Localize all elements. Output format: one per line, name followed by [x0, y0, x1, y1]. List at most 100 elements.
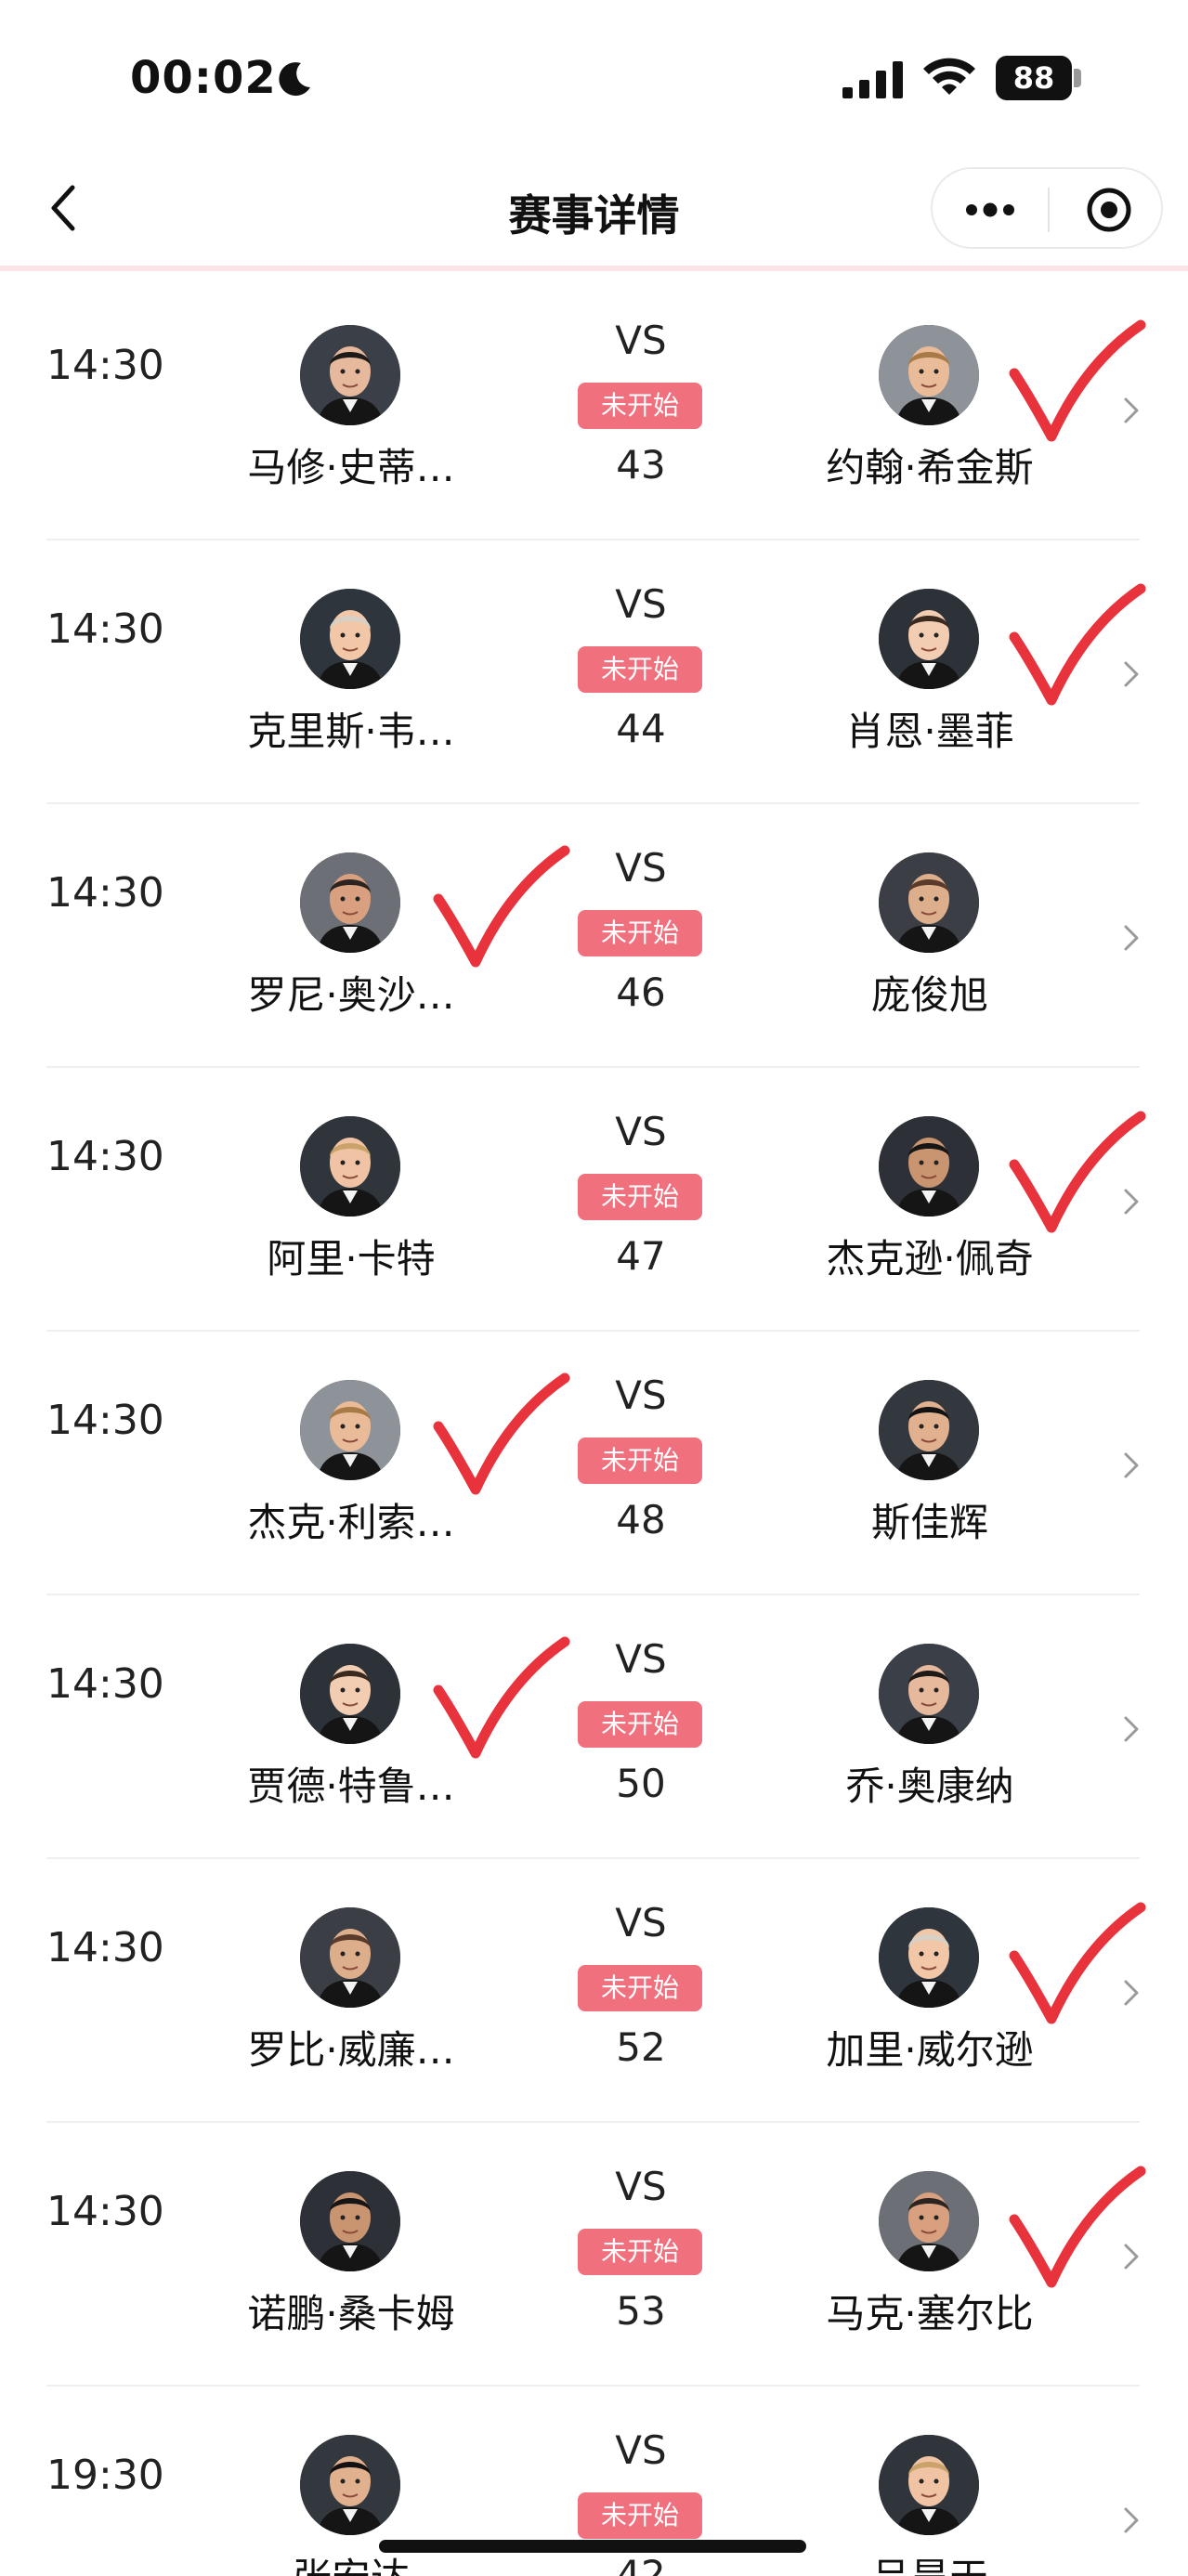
wifi-icon: [923, 58, 975, 95]
match-time: 14:30: [46, 1924, 164, 1971]
nav-bar: 赛事详情: [0, 149, 1188, 271]
match-list: 14:30 马修·史蒂… VS 未开始 43 约翰·希金斯 14:30 克里斯·…: [0, 277, 1188, 2576]
battery-level: 88: [996, 56, 1072, 100]
right-player-name: 杰克逊·佩奇: [826, 1236, 1034, 1281]
left-player-name: 诺鹏·桑卡姆: [247, 2291, 455, 2336]
match-row[interactable]: 14:30 罗比·威廉… VS 未开始 52 加里·威尔逊: [0, 1859, 1188, 2123]
status-badge: 未开始: [578, 1965, 702, 2011]
right-player-name: 庞俊旭: [870, 972, 988, 1018]
left-player-name: 克里斯·韦…: [247, 709, 455, 754]
player-portrait: [879, 1907, 979, 2008]
vs-label: VS: [615, 1373, 667, 1418]
left-player-name: 杰克·利索…: [247, 1500, 455, 1545]
match-time: 14:30: [46, 605, 164, 653]
match-time: 19:30: [46, 2452, 164, 2499]
status-badge: 未开始: [578, 646, 702, 693]
match-row[interactable]: 14:30 杰克·利索… VS 未开始 48 斯佳辉: [0, 1332, 1188, 1595]
close-target-icon[interactable]: [1085, 186, 1133, 234]
chevron-right-icon[interactable]: [1120, 919, 1142, 956]
avatar[interactable]: [879, 1644, 979, 1744]
avatar[interactable]: [300, 325, 400, 425]
avatar[interactable]: [879, 589, 979, 689]
avatar[interactable]: [879, 852, 979, 953]
avatar[interactable]: [879, 2435, 979, 2535]
status-badge: 未开始: [578, 1701, 702, 1748]
player-portrait: [300, 589, 400, 689]
match-row[interactable]: 14:30 马修·史蒂… VS 未开始 43 约翰·希金斯: [0, 277, 1188, 540]
match-time: 14:30: [46, 2188, 164, 2235]
match-time: 14:30: [46, 1397, 164, 1444]
avatar[interactable]: [300, 1907, 400, 2008]
vs-label: VS: [615, 1636, 667, 1682]
chevron-right-icon[interactable]: [1120, 1183, 1142, 1220]
match-number: 52: [616, 2024, 666, 2070]
handwritten-check-mark: [1009, 583, 1146, 706]
status-badge: 未开始: [578, 1438, 702, 1484]
right-player-name: 乔·奥康纳: [845, 1763, 1014, 1809]
left-player-name: 阿里·卡特: [267, 1236, 436, 1281]
match-number: 42: [616, 2552, 666, 2576]
left-player-name: 马修·史蒂…: [247, 445, 455, 490]
match-row[interactable]: 14:30 诺鹏·桑卡姆 VS 未开始 53 马克·塞尔比: [0, 2123, 1188, 2387]
handwritten-check-mark: [433, 1636, 570, 1759]
player-portrait: [879, 589, 979, 689]
match-number: 43: [616, 442, 666, 488]
player-portrait: [300, 1907, 400, 2008]
player-portrait: [879, 852, 979, 953]
avatar[interactable]: [879, 1116, 979, 1216]
avatar[interactable]: [300, 852, 400, 953]
match-time: 14:30: [46, 1660, 164, 1708]
vs-label: VS: [615, 318, 667, 363]
avatar[interactable]: [879, 2171, 979, 2271]
right-player-name: 吕昊天: [790, 2546, 1069, 2576]
chevron-right-icon[interactable]: [1120, 1711, 1142, 1748]
vs-label: VS: [615, 1109, 667, 1154]
vs-label: VS: [615, 581, 667, 627]
avatar[interactable]: [300, 1116, 400, 1216]
match-row[interactable]: 14:30 阿里·卡特 VS 未开始 47 杰克逊·佩奇: [0, 1068, 1188, 1332]
chevron-right-icon[interactable]: [1120, 2502, 1142, 2539]
avatar[interactable]: [300, 2435, 400, 2535]
avatar[interactable]: [300, 1644, 400, 1744]
capsule-divider: [1048, 188, 1050, 232]
chevron-right-icon[interactable]: [1120, 392, 1142, 429]
handwritten-check-mark: [433, 845, 570, 968]
mini-program-capsule: [931, 167, 1163, 249]
more-dots-icon[interactable]: [960, 191, 1020, 228]
chevron-right-icon[interactable]: [1120, 1447, 1142, 1484]
match-number: 50: [616, 1761, 666, 1806]
chevron-right-icon[interactable]: [1120, 1974, 1142, 2011]
avatar[interactable]: [879, 325, 979, 425]
chevron-right-icon[interactable]: [1120, 2238, 1142, 2275]
signal-icon: [842, 61, 903, 98]
vs-label: VS: [615, 2164, 667, 2209]
match-row[interactable]: 14:30 贾德·特鲁… VS 未开始 50 乔·奥康纳: [0, 1595, 1188, 1859]
avatar[interactable]: [300, 589, 400, 689]
vs-label: VS: [615, 1900, 667, 1945]
player-portrait: [879, 2435, 979, 2535]
player-portrait: [300, 1644, 400, 1744]
chevron-right-icon[interactable]: [1120, 656, 1142, 693]
match-row[interactable]: 14:30 罗尼·奥沙… VS 未开始 46 庞俊旭: [0, 804, 1188, 1068]
handwritten-check-mark: [1009, 319, 1146, 442]
match-time: 14:30: [46, 342, 164, 389]
match-number: 44: [616, 706, 666, 751]
handwritten-check-mark: [433, 1373, 570, 1495]
home-indicator: [379, 2540, 806, 2553]
avatar[interactable]: [879, 1907, 979, 2008]
status-badge: 未开始: [578, 1174, 702, 1220]
match-number: 47: [616, 1233, 666, 1279]
handwritten-check-mark: [1009, 1902, 1146, 2024]
avatar[interactable]: [300, 1380, 400, 1480]
battery-icon: 88: [996, 56, 1081, 100]
avatar[interactable]: [300, 2171, 400, 2271]
player-portrait: [300, 852, 400, 953]
player-portrait: [300, 2435, 400, 2535]
match-row[interactable]: 14:30 克里斯·韦… VS 未开始 44 肖恩·墨菲: [0, 540, 1188, 804]
moon-icon: [279, 62, 310, 97]
status-badge: 未开始: [578, 2229, 702, 2275]
avatar[interactable]: [879, 1380, 979, 1480]
right-player-name: 斯佳辉: [870, 1500, 988, 1545]
vs-label: VS: [615, 845, 667, 891]
left-player-name: 贾德·特鲁…: [247, 1763, 455, 1809]
